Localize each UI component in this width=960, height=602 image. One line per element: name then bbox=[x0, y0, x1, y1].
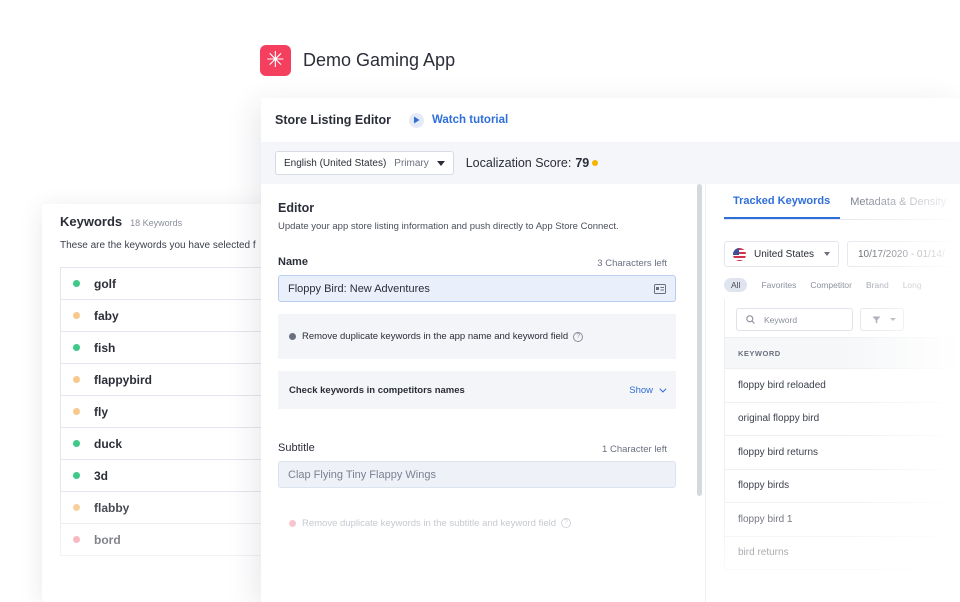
subtitle-input-value: Clap Flying Tiny Flappy Wings bbox=[288, 468, 436, 481]
show-competitors-button[interactable]: Show bbox=[629, 384, 667, 396]
keyword-status-dot bbox=[73, 376, 80, 383]
name-input-value: Floppy Bird: New Adventures bbox=[288, 282, 430, 295]
keyword-label: flabby bbox=[94, 500, 130, 515]
hint-status-dot bbox=[289, 333, 296, 340]
keywords-count: 18 Keywords bbox=[130, 218, 183, 228]
table-row[interactable]: floppy bird returns bbox=[725, 436, 954, 470]
help-icon[interactable]: ? bbox=[573, 331, 584, 342]
search-icon bbox=[746, 315, 755, 324]
filter-button[interactable] bbox=[860, 308, 904, 331]
id-card-icon[interactable] bbox=[654, 284, 666, 297]
keywords-header: Keywords 18 Keywords bbox=[60, 214, 182, 229]
localization-score-value: 79 bbox=[575, 156, 590, 170]
subtitle-input[interactable]: Clap Flying Tiny Flappy Wings bbox=[278, 461, 676, 488]
keyword-status-dot bbox=[73, 280, 80, 287]
chevron-down-icon bbox=[659, 385, 667, 393]
keywords-description: These are the keywords you have selected… bbox=[60, 240, 256, 251]
keyword-status-dot bbox=[73, 472, 80, 479]
name-input[interactable]: Floppy Bird: New Adventures bbox=[278, 275, 676, 302]
competitors-check: Check keywords in competitors names Show bbox=[278, 371, 676, 409]
score-status-dot bbox=[592, 160, 599, 166]
keyword-filter-chips: All Favorites Competitor Brand Long bbox=[724, 278, 936, 292]
filter-favorites[interactable]: Favorites bbox=[761, 280, 796, 290]
filter-competitor[interactable]: Competitor bbox=[810, 280, 852, 290]
language-bar: English (United States) Primary Localiza… bbox=[261, 142, 960, 184]
date-range-value: 10/17/2020 - 01/14/ bbox=[858, 248, 945, 260]
keyword-label: bord bbox=[94, 532, 121, 547]
filter-all[interactable]: All bbox=[724, 278, 748, 292]
keyword-label: fish bbox=[94, 340, 116, 355]
name-label: Name bbox=[278, 256, 308, 268]
watch-tutorial-link[interactable]: Watch tutorial bbox=[432, 114, 508, 126]
keyword-status-dot bbox=[73, 440, 80, 447]
subtitle-duplicates-hint: Remove duplicate keywords in the subtitl… bbox=[278, 506, 676, 540]
filter-brand[interactable]: Brand bbox=[866, 280, 889, 290]
keyword-status-dot bbox=[73, 344, 80, 351]
caret-down-icon bbox=[824, 252, 831, 256]
editor-topbar: Store Listing Editor Watch tutorial bbox=[261, 98, 960, 142]
editor-scrollbar[interactable] bbox=[697, 184, 702, 496]
editor-pane: Editor Update your app store listing inf… bbox=[261, 184, 705, 602]
country-select[interactable]: United States bbox=[724, 241, 840, 267]
editor-card-title: Store Listing Editor bbox=[275, 113, 391, 127]
filter-long[interactable]: Long bbox=[903, 280, 922, 290]
keyword-label: flappybird bbox=[94, 372, 153, 387]
keyword-search-input[interactable]: Keyword bbox=[736, 308, 853, 331]
language-name: English (United States) bbox=[284, 157, 387, 169]
tracked-keywords-pane: Tracked Keywords Metadata & Density Unit… bbox=[705, 184, 960, 602]
keyword-label: faby bbox=[94, 308, 119, 323]
caret-down-icon bbox=[436, 160, 445, 166]
keyword-label: golf bbox=[94, 276, 116, 291]
keyword-label: duck bbox=[94, 436, 123, 451]
country-name: United States bbox=[754, 248, 815, 260]
localization-score-label: Localization Score: bbox=[465, 156, 572, 170]
date-range-select[interactable]: 10/17/2020 - 01/14/ bbox=[847, 241, 960, 267]
name-char-counter: 3 Characters left bbox=[597, 258, 667, 269]
subtitle-duplicates-text: Remove duplicate keywords in the subtitl… bbox=[302, 517, 556, 529]
hint-status-dot bbox=[289, 519, 296, 527]
app-header: ✳ Demo Gaming App bbox=[260, 44, 455, 76]
subtitle-label: Subtitle bbox=[278, 442, 315, 454]
editor-heading: Editor bbox=[278, 201, 315, 215]
keyword-status-dot bbox=[73, 408, 80, 415]
keyword-label: fly bbox=[94, 404, 109, 419]
tab-metadata-density[interactable]: Metadata & Density bbox=[840, 184, 956, 219]
search-placeholder: Keyword bbox=[764, 314, 798, 325]
subtitle-char-counter: 1 Character left bbox=[602, 444, 667, 455]
table-row[interactable]: floppy birds bbox=[725, 470, 954, 503]
name-duplicates-text: Remove duplicate keywords in the app nam… bbox=[302, 331, 569, 342]
show-label: Show bbox=[629, 384, 653, 396]
editor-description: Update your app store listing informatio… bbox=[278, 221, 619, 232]
keyword-label: 3d bbox=[94, 468, 109, 483]
keyword-status-dot bbox=[73, 504, 80, 511]
table-row[interactable]: original floppy bird bbox=[725, 403, 954, 436]
keyword-status-dot bbox=[73, 312, 80, 319]
store-listing-editor-card: Store Listing Editor Watch tutorial Engl… bbox=[261, 98, 960, 602]
app-title: Demo Gaming App bbox=[303, 49, 456, 70]
language-tag: Primary bbox=[394, 157, 429, 169]
language-select[interactable]: English (United States) Primary bbox=[275, 151, 454, 175]
table-row[interactable]: floppy bird reloaded bbox=[725, 369, 954, 403]
help-icon[interactable]: ? bbox=[561, 518, 571, 528]
tab-tracked-keywords[interactable]: Tracked Keywords bbox=[724, 184, 841, 219]
table-row[interactable]: bird returns bbox=[725, 537, 954, 570]
competitors-label: Check keywords in competitors names bbox=[289, 384, 465, 396]
us-flag-icon bbox=[733, 247, 746, 261]
keyword-column-header[interactable]: KEYWORD bbox=[725, 337, 954, 369]
keywords-title: Keywords bbox=[60, 214, 123, 229]
table-row[interactable]: floppy bird 1 bbox=[725, 503, 954, 537]
keyword-status-dot bbox=[73, 536, 80, 543]
caret-down-icon bbox=[890, 318, 896, 321]
tracked-keywords-table: KEYWORD floppy bird reloaded original fl… bbox=[724, 299, 954, 570]
name-duplicates-hint: Remove duplicate keywords in the app nam… bbox=[278, 314, 676, 359]
right-pane-tabs: Tracked Keywords Metadata & Density bbox=[724, 184, 960, 220]
play-icon[interactable] bbox=[408, 112, 424, 128]
filter-icon bbox=[872, 316, 881, 323]
app-logo-icon: ✳ bbox=[260, 44, 291, 76]
